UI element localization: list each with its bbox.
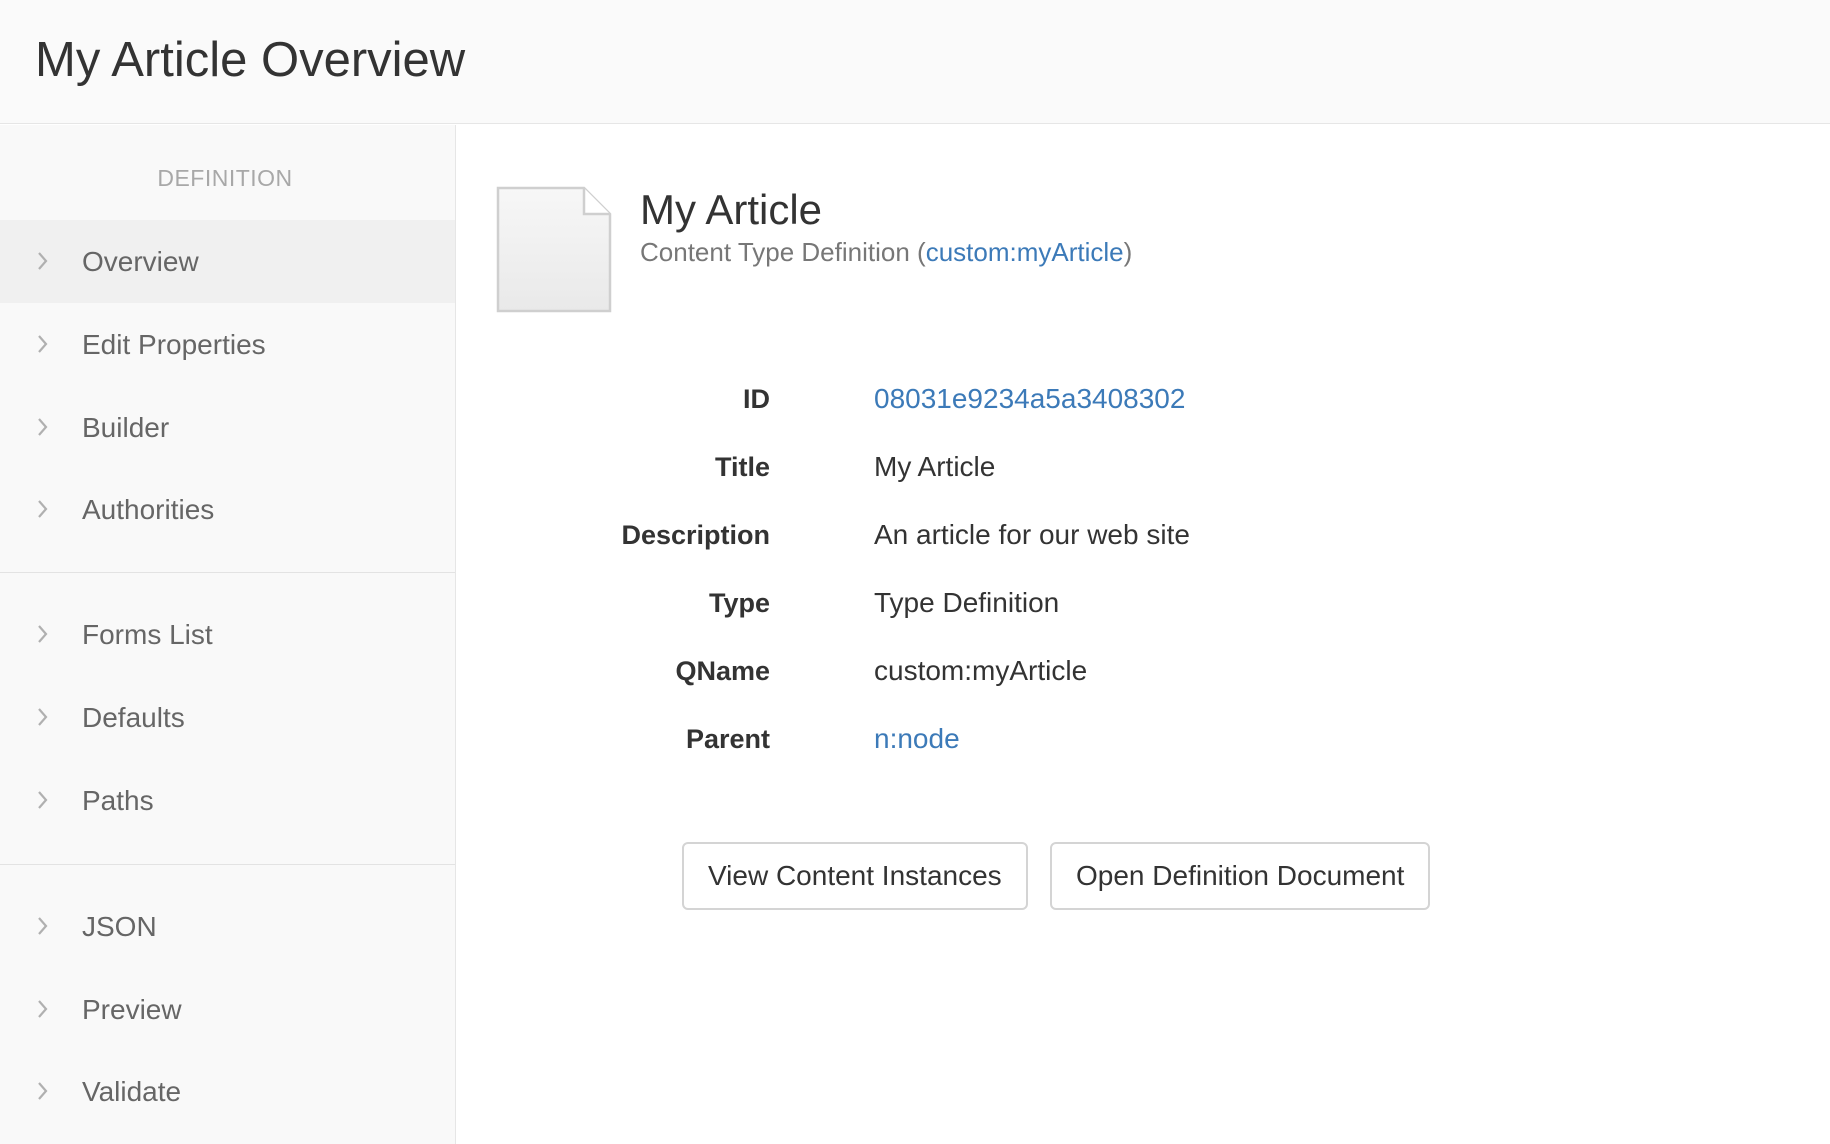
sidebar-item-authorities[interactable]: Authorities bbox=[0, 468, 455, 551]
chevron-right-icon bbox=[38, 1082, 48, 1100]
sidebar-item-label: Defaults bbox=[82, 702, 185, 733]
property-row-title: Title My Article bbox=[456, 433, 1830, 501]
chevron-right-icon bbox=[38, 418, 48, 436]
chevron-right-icon bbox=[38, 708, 48, 726]
property-value: custom:myArticle bbox=[874, 655, 1088, 686]
sidebar-item-builder[interactable]: Builder bbox=[0, 386, 455, 469]
page-header: My Article Overview bbox=[0, 0, 1830, 124]
main-content: My Article Content Type Definition (cust… bbox=[456, 125, 1830, 1144]
property-label: QName bbox=[675, 656, 770, 686]
sidebar-item-label: Preview bbox=[82, 994, 182, 1025]
sidebar-heading: DEFINITION bbox=[157, 165, 293, 191]
sidebar-item-overview[interactable]: Overview bbox=[0, 220, 455, 303]
property-label: Description bbox=[621, 520, 770, 550]
view-content-instances-button[interactable]: View Content Instances bbox=[682, 842, 1028, 910]
chevron-right-icon bbox=[38, 791, 48, 809]
sidebar-item-label: JSON bbox=[82, 911, 157, 942]
sidebar-item-preview[interactable]: Preview bbox=[0, 968, 455, 1051]
property-row-id: ID 08031e9234a5a3408302 bbox=[456, 365, 1830, 433]
property-label: ID bbox=[743, 384, 770, 414]
chevron-right-icon bbox=[38, 917, 48, 935]
sidebar-item-defaults[interactable]: Defaults bbox=[0, 676, 455, 759]
property-value: An article for our web site bbox=[874, 519, 1190, 550]
sidebar-item-validate[interactable]: Validate bbox=[0, 1050, 455, 1133]
page-title: My Article Overview bbox=[35, 33, 466, 87]
property-value: Type Definition bbox=[874, 587, 1060, 618]
chevron-right-icon bbox=[38, 1000, 48, 1018]
open-definition-document-button[interactable]: Open Definition Document bbox=[1050, 842, 1431, 910]
sidebar-item-label: Forms List bbox=[82, 619, 213, 650]
sidebar-item-label: Paths bbox=[82, 785, 154, 816]
sidebar-item-label: Overview bbox=[82, 246, 199, 277]
sidebar-item-label: Edit Properties bbox=[82, 329, 266, 360]
property-value-parent-link[interactable]: n:node bbox=[874, 705, 960, 773]
sidebar-item-forms-list[interactable]: Forms List bbox=[0, 593, 455, 676]
chevron-right-icon bbox=[38, 252, 48, 270]
chevron-right-icon bbox=[38, 335, 48, 353]
property-label: Parent bbox=[685, 724, 770, 754]
property-value-id-link[interactable]: 08031e9234a5a3408302 bbox=[874, 365, 1185, 433]
sidebar-item-paths[interactable]: Paths bbox=[0, 759, 455, 842]
sidebar-divider bbox=[0, 572, 455, 573]
qname-link[interactable]: custom:myArticle bbox=[926, 237, 1124, 267]
chevron-right-icon bbox=[38, 500, 48, 518]
sidebar-item-json[interactable]: JSON bbox=[0, 885, 455, 968]
subtitle-prefix: Content Type Definition ( bbox=[640, 237, 926, 267]
sidebar-item-label: Validate bbox=[82, 1076, 182, 1107]
sidebar-divider bbox=[0, 864, 455, 865]
sidebar: DEFINITION Overview Edit Properties Buil… bbox=[0, 125, 456, 1144]
chevron-right-icon bbox=[38, 625, 48, 643]
property-value: My Article bbox=[874, 451, 996, 482]
sidebar-item-edit-properties[interactable]: Edit Properties bbox=[0, 303, 455, 386]
sidebar-item-label: Builder bbox=[82, 412, 170, 443]
property-row-parent: Parent n:node bbox=[456, 705, 1830, 773]
property-row-type: Type Type Definition bbox=[456, 569, 1830, 637]
property-row-description: Description An article for our web site bbox=[456, 501, 1830, 569]
property-label: Type bbox=[708, 588, 770, 618]
item-subtitle: Content Type Definition (custom:myArticl… bbox=[640, 235, 1132, 269]
property-label: Title bbox=[714, 452, 770, 482]
subtitle-suffix: ) bbox=[1123, 237, 1133, 267]
document-icon bbox=[496, 186, 612, 313]
item-title: My Article bbox=[640, 186, 823, 233]
sidebar-item-label: Authorities bbox=[82, 494, 215, 525]
property-row-qname: QName custom:myArticle bbox=[456, 637, 1830, 705]
